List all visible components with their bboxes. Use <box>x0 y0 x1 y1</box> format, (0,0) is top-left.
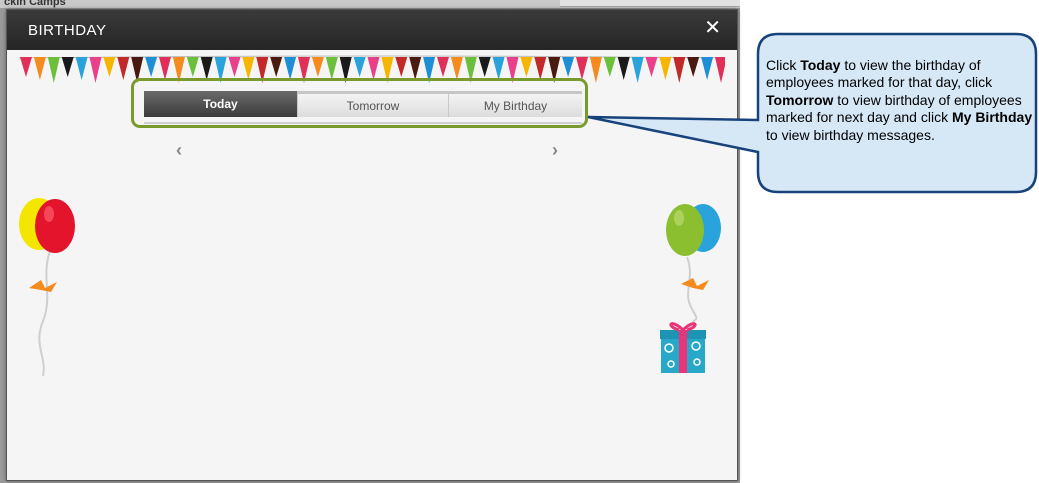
close-icon[interactable]: ✕ <box>704 18 721 38</box>
bunting-flag <box>478 57 491 77</box>
bunting-flag <box>673 57 686 83</box>
bunting-flag <box>33 57 46 80</box>
balloon-icon-right <box>666 204 721 322</box>
bunting-flag <box>520 57 533 77</box>
callout-text-part: to view birthday messages. <box>766 126 935 143</box>
callout-text: Click Today to view the birthday of empl… <box>766 57 1034 144</box>
tab-my-birthday[interactable]: My Birthday <box>448 91 582 117</box>
bunting-flag <box>492 57 505 80</box>
bunting-flag <box>242 57 255 80</box>
bunting-flag <box>75 57 88 80</box>
bunting-flag <box>576 57 588 80</box>
bunting-flag <box>645 57 658 77</box>
callout-keyword-tomorrow: Tomorrow <box>766 91 834 108</box>
bunting-flag <box>103 57 116 77</box>
bunting-flag <box>145 57 158 77</box>
callout-keyword-my-birthday: My Birthday <box>951 109 1033 126</box>
balloon-icon-left <box>19 198 75 377</box>
tab-today[interactable]: Today <box>144 91 297 117</box>
bunting-flag <box>701 57 714 80</box>
background-top-strip-right <box>560 0 740 7</box>
bunting-flag <box>631 57 644 83</box>
bunting-flag <box>562 57 575 77</box>
tabs-underline <box>144 122 582 124</box>
bunting-flag <box>687 57 700 77</box>
modal-title: BIRTHDAY <box>28 22 107 39</box>
bunting-flag <box>715 57 725 83</box>
callout-keyword-today: Today <box>800 57 841 73</box>
bunting-flag <box>284 57 297 80</box>
bunting-flag <box>409 57 422 80</box>
tab-tomorrow[interactable]: Tomorrow <box>297 91 448 117</box>
bunting-flag <box>659 57 672 80</box>
modal-header: BIRTHDAY ✕ <box>7 10 737 50</box>
bunting-flag <box>270 57 283 77</box>
gift-icon <box>660 322 706 373</box>
bunting-flag <box>617 57 630 80</box>
bunting-flag <box>117 57 130 80</box>
bunting-flag <box>159 57 171 80</box>
bunting-flag <box>353 57 366 77</box>
bunting-flag <box>61 57 74 77</box>
bunting-flag <box>589 57 602 83</box>
chevron-right-icon[interactable]: › <box>552 140 558 161</box>
bunting-flag <box>450 57 463 80</box>
background-top-label: ckin Camps <box>4 0 66 8</box>
bunting-flag <box>311 57 324 77</box>
bunting-flag <box>47 57 60 83</box>
bunting-flag <box>200 57 213 80</box>
bunting-flag <box>437 57 449 77</box>
bunting-flag <box>603 57 616 77</box>
bunting-flag <box>20 57 32 77</box>
bunting-flag <box>367 57 380 80</box>
bunting-flag <box>89 57 102 83</box>
bunting-flag <box>395 57 408 77</box>
chevron-left-icon[interactable]: ‹ <box>176 140 182 161</box>
birthday-tabs: Today Tomorrow My Birthday <box>144 91 582 117</box>
callout-text-part: Click <box>766 57 801 73</box>
bunting-flag <box>228 57 241 77</box>
bunting-flag <box>186 57 199 77</box>
bunting-flag <box>325 57 338 80</box>
bunting-flag <box>534 57 547 80</box>
